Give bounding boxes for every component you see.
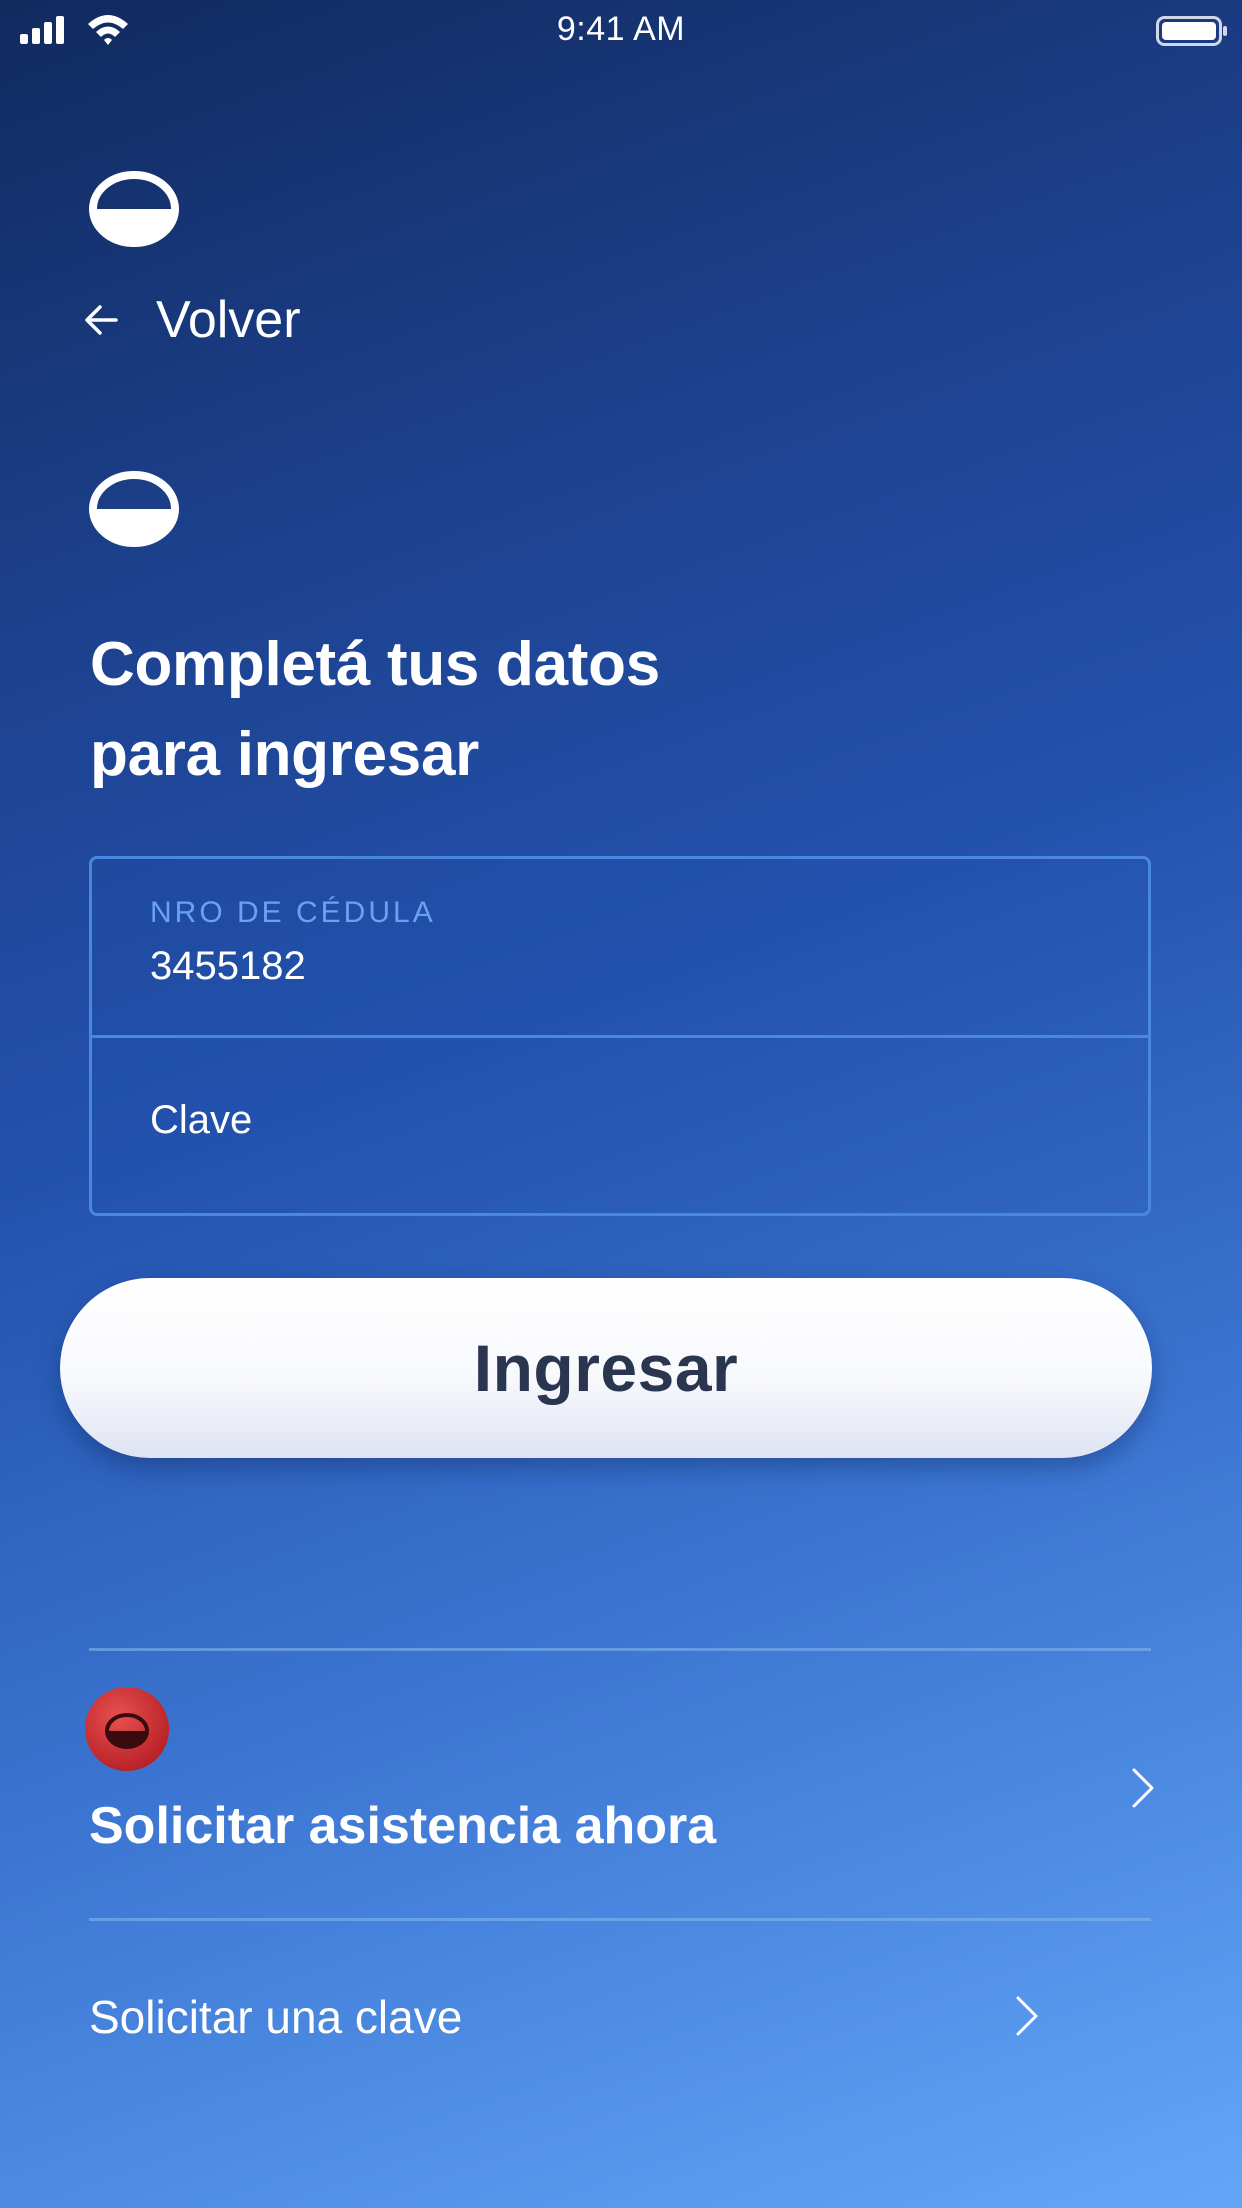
battery-icon — [1156, 16, 1227, 46]
list-divider — [89, 1918, 1151, 1921]
id-number-input[interactable]: 3455182 — [150, 944, 306, 989]
page-title-line-2: para ingresar — [90, 720, 479, 789]
chevron-right-icon — [1016, 1996, 1038, 2036]
brand-logo-icon — [89, 471, 179, 547]
assistance-option-label[interactable]: Solicitar asistencia ahora — [89, 1796, 716, 1856]
form-divider — [89, 1035, 1151, 1038]
status-bar: 9:41 AM — [0, 0, 1242, 60]
submit-button[interactable]: Ingresar — [60, 1278, 1152, 1458]
chevron-right-icon — [1132, 1768, 1154, 1808]
brand-logo-icon — [89, 171, 179, 247]
id-number-label: NRO DE CÉDULA — [150, 896, 436, 929]
back-button[interactable]: Volver — [156, 290, 301, 350]
request-password-option[interactable]: Solicitar una clave — [89, 1990, 462, 2044]
arrow-left-icon[interactable] — [84, 302, 118, 338]
page-title-line-1: Completá tus datos — [90, 630, 660, 699]
assistance-option[interactable] — [60, 1652, 1152, 1918]
page-title: Completá tus datos para ingresar — [90, 620, 990, 800]
list-divider — [89, 1648, 1151, 1651]
status-time: 9:41 AM — [556, 10, 686, 48]
password-input[interactable]: Clave — [150, 1098, 252, 1143]
assistance-icon — [85, 1687, 169, 1771]
